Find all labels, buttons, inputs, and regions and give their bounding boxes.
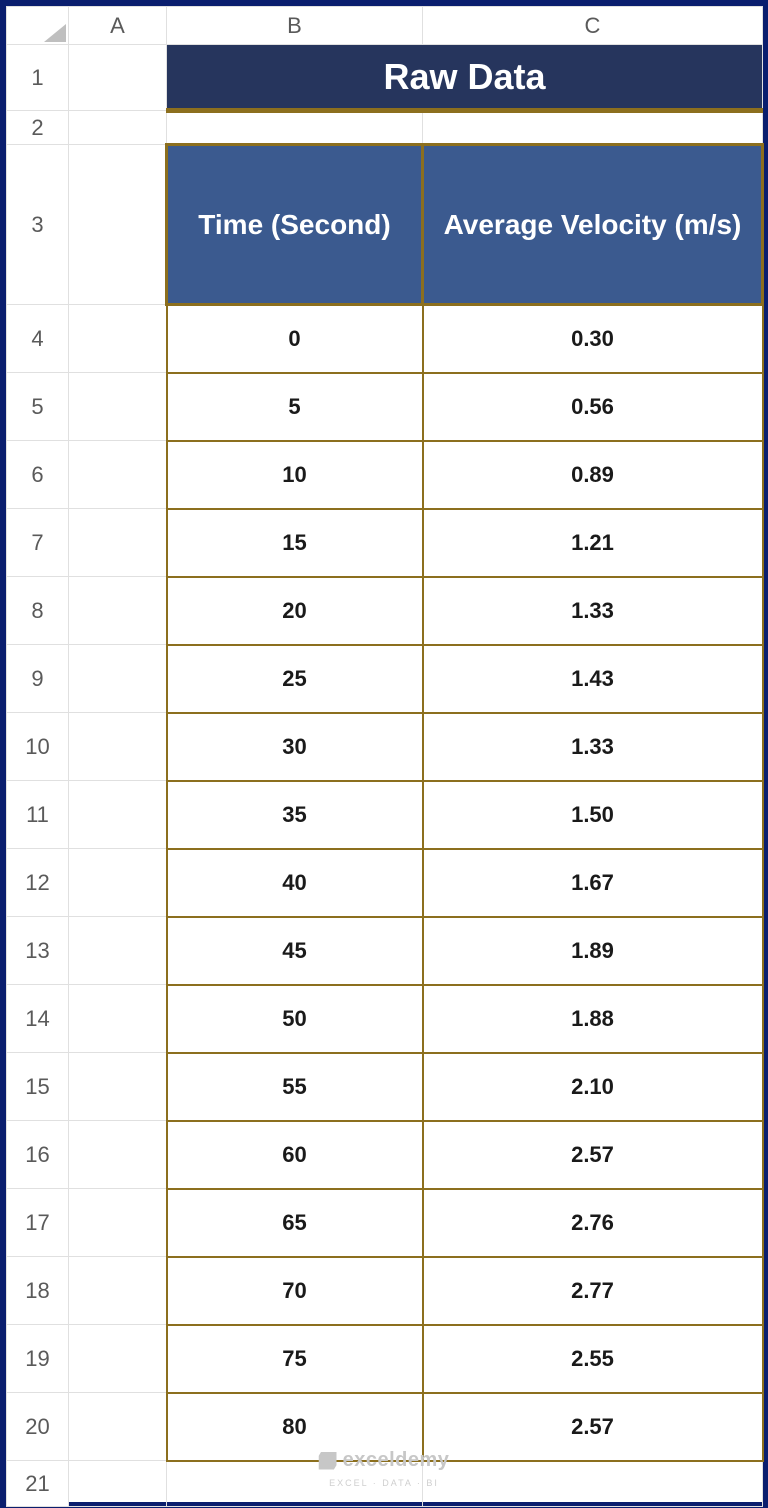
cell-A17[interactable] — [69, 1189, 167, 1257]
table-row[interactable]: 2.57 — [423, 1121, 763, 1189]
table-row[interactable]: 65 — [167, 1189, 423, 1257]
cell-A9[interactable] — [69, 645, 167, 713]
cell-B2[interactable] — [167, 111, 423, 145]
cell-A11[interactable] — [69, 781, 167, 849]
table-row[interactable]: 0.56 — [423, 373, 763, 441]
table-header-time[interactable]: Time (Second) — [167, 145, 423, 305]
table-row[interactable]: 55 — [167, 1053, 423, 1121]
table-row[interactable]: 0 — [167, 305, 423, 373]
table-row[interactable]: 1.50 — [423, 781, 763, 849]
row-header-9[interactable]: 9 — [7, 645, 69, 713]
row-header-2[interactable]: 2 — [7, 111, 69, 145]
table-row[interactable]: 2.57 — [423, 1393, 763, 1461]
table-row[interactable]: 1.21 — [423, 509, 763, 577]
cell-A2[interactable] — [69, 111, 167, 145]
row-header-17[interactable]: 17 — [7, 1189, 69, 1257]
table-row[interactable]: 70 — [167, 1257, 423, 1325]
column-header-B[interactable]: B — [167, 7, 423, 45]
table-row[interactable]: 20 — [167, 577, 423, 645]
table-row[interactable]: 2.77 — [423, 1257, 763, 1325]
cell-A7[interactable] — [69, 509, 167, 577]
row-header-16[interactable]: 16 — [7, 1121, 69, 1189]
cell-A3[interactable] — [69, 145, 167, 305]
cell-A15[interactable] — [69, 1053, 167, 1121]
table-row[interactable]: 10 — [167, 441, 423, 509]
cell-A18[interactable] — [69, 1257, 167, 1325]
row-header-15[interactable]: 15 — [7, 1053, 69, 1121]
cell-A6[interactable] — [69, 441, 167, 509]
watermark: exceldemy EXCEL · DATA · BI — [319, 1449, 450, 1488]
column-header-C[interactable]: C — [423, 7, 763, 45]
row-header-10[interactable]: 10 — [7, 713, 69, 781]
cell-A19[interactable] — [69, 1325, 167, 1393]
table-row[interactable]: 25 — [167, 645, 423, 713]
row-header-11[interactable]: 11 — [7, 781, 69, 849]
cell-A14[interactable] — [69, 985, 167, 1053]
row-header-13[interactable]: 13 — [7, 917, 69, 985]
brand-icon — [319, 1452, 337, 1470]
title-cell[interactable]: Raw Data — [167, 45, 763, 111]
row-header-19[interactable]: 19 — [7, 1325, 69, 1393]
cell-A20[interactable] — [69, 1393, 167, 1461]
table-row[interactable]: 2.55 — [423, 1325, 763, 1393]
row-header-12[interactable]: 12 — [7, 849, 69, 917]
cell-C2[interactable] — [423, 111, 763, 145]
spreadsheet-frame: A B C 1 Raw Data 2 3 Time (Second) Avera… — [0, 0, 768, 1508]
table-row[interactable]: 1.43 — [423, 645, 763, 713]
row-header-7[interactable]: 7 — [7, 509, 69, 577]
row-header-4[interactable]: 4 — [7, 305, 69, 373]
spreadsheet-grid: A B C 1 Raw Data 2 3 Time (Second) Avera… — [6, 6, 764, 1507]
cell-A5[interactable] — [69, 373, 167, 441]
table-row[interactable]: 60 — [167, 1121, 423, 1189]
row-header-6[interactable]: 6 — [7, 441, 69, 509]
cell-A10[interactable] — [69, 713, 167, 781]
cell-A4[interactable] — [69, 305, 167, 373]
table-row[interactable]: 5 — [167, 373, 423, 441]
row-header-1[interactable]: 1 — [7, 45, 69, 111]
column-header-A[interactable]: A — [69, 7, 167, 45]
table-row[interactable]: 0.89 — [423, 441, 763, 509]
column-header-row: A B C — [7, 7, 763, 45]
cell-A13[interactable] — [69, 917, 167, 985]
table-row[interactable]: 40 — [167, 849, 423, 917]
cell-A8[interactable] — [69, 577, 167, 645]
table-row[interactable]: 1.33 — [423, 577, 763, 645]
table-row[interactable]: 15 — [167, 509, 423, 577]
cell-C21[interactable] — [423, 1461, 763, 1507]
row-header-8[interactable]: 8 — [7, 577, 69, 645]
table-header-velocity[interactable]: Average Velocity (m/s) — [423, 145, 763, 305]
table-row[interactable]: 45 — [167, 917, 423, 985]
table-row[interactable]: 2.76 — [423, 1189, 763, 1257]
table-row[interactable]: 50 — [167, 985, 423, 1053]
select-all-corner[interactable] — [7, 7, 69, 45]
table-row[interactable]: 0.30 — [423, 305, 763, 373]
table-row[interactable]: 30 — [167, 713, 423, 781]
watermark-tagline: EXCEL · DATA · BI — [329, 1478, 439, 1488]
cell-A16[interactable] — [69, 1121, 167, 1189]
cell-A1[interactable] — [69, 45, 167, 111]
table-row[interactable]: 75 — [167, 1325, 423, 1393]
cell-A21[interactable] — [69, 1461, 167, 1507]
cell-A12[interactable] — [69, 849, 167, 917]
table-row[interactable]: 1.33 — [423, 713, 763, 781]
table-row[interactable]: 1.89 — [423, 917, 763, 985]
table-row[interactable]: 35 — [167, 781, 423, 849]
row-header-18[interactable]: 18 — [7, 1257, 69, 1325]
watermark-brand: exceldemy — [343, 1449, 450, 1472]
row-header-20[interactable]: 20 — [7, 1393, 69, 1461]
table-row[interactable]: 2.10 — [423, 1053, 763, 1121]
row-header-21[interactable]: 21 — [7, 1461, 69, 1507]
row-header-5[interactable]: 5 — [7, 373, 69, 441]
table-row[interactable]: 1.88 — [423, 985, 763, 1053]
table-row[interactable]: 1.67 — [423, 849, 763, 917]
row-header-14[interactable]: 14 — [7, 985, 69, 1053]
row-header-3[interactable]: 3 — [7, 145, 69, 305]
